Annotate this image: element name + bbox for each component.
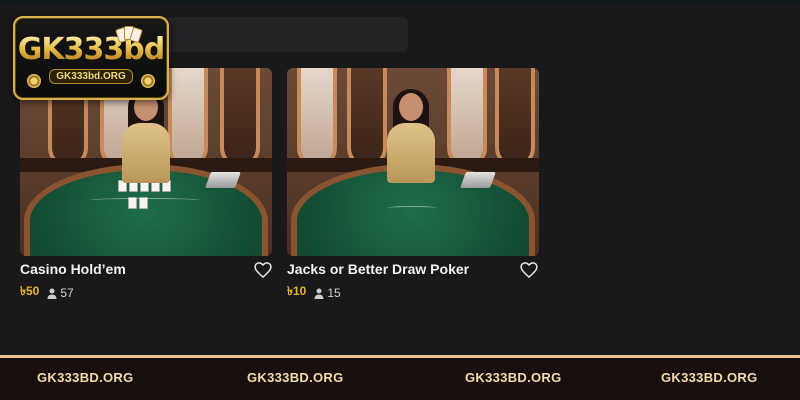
heart-outline-icon[interactable]	[519, 260, 539, 280]
chip-icon	[27, 74, 41, 88]
site-logo[interactable]: GK333bd GK333bd.ORG	[13, 16, 169, 100]
game-meta: ৳50 57	[20, 283, 74, 303]
arch-decor	[297, 68, 337, 168]
arch-decor	[447, 68, 487, 168]
person-icon	[47, 288, 57, 299]
player-count: 57	[47, 286, 74, 300]
min-bet: ৳50	[20, 284, 40, 298]
footer-domain-link[interactable]: GK333BD.ORG	[247, 370, 344, 385]
logo-sub-text: GK333bd.ORG	[49, 68, 133, 84]
arch-decor	[220, 68, 260, 168]
card-shoe	[205, 172, 241, 188]
footer-banner: GK333BD.ORG GK333BD.ORG GK333BD.ORG GK33…	[0, 355, 800, 400]
footer-domain-link[interactable]: GK333BD.ORG	[37, 370, 134, 385]
heart-outline-icon[interactable]	[253, 260, 273, 280]
footer-domain-link[interactable]: GK333BD.ORG	[465, 370, 562, 385]
game-meta: ৳10 15	[287, 283, 341, 303]
arch-decor	[168, 68, 208, 168]
game-title[interactable]: Casino Hold’em	[20, 261, 126, 277]
playing-cards-icon	[115, 26, 143, 44]
player-count: 15	[314, 286, 341, 300]
card-shoe	[460, 172, 496, 188]
game-thumbnail-jacks-or-better[interactable]	[287, 68, 539, 256]
cards-on-table	[118, 180, 178, 210]
arch-decor	[495, 68, 535, 168]
chip-icon	[141, 74, 155, 88]
player-count-value: 15	[327, 286, 341, 300]
person-icon	[314, 288, 324, 299]
search-bar[interactable]	[150, 17, 408, 52]
arch-decor	[347, 68, 387, 168]
footer-domain-link[interactable]: GK333BD.ORG	[661, 370, 758, 385]
top-edge	[0, 0, 800, 4]
felt-print	[387, 206, 437, 210]
felt-print	[90, 198, 200, 202]
min-bet: ৳10	[287, 284, 307, 298]
player-count-value: 57	[60, 286, 74, 300]
game-title[interactable]: Jacks or Better Draw Poker	[287, 261, 469, 277]
